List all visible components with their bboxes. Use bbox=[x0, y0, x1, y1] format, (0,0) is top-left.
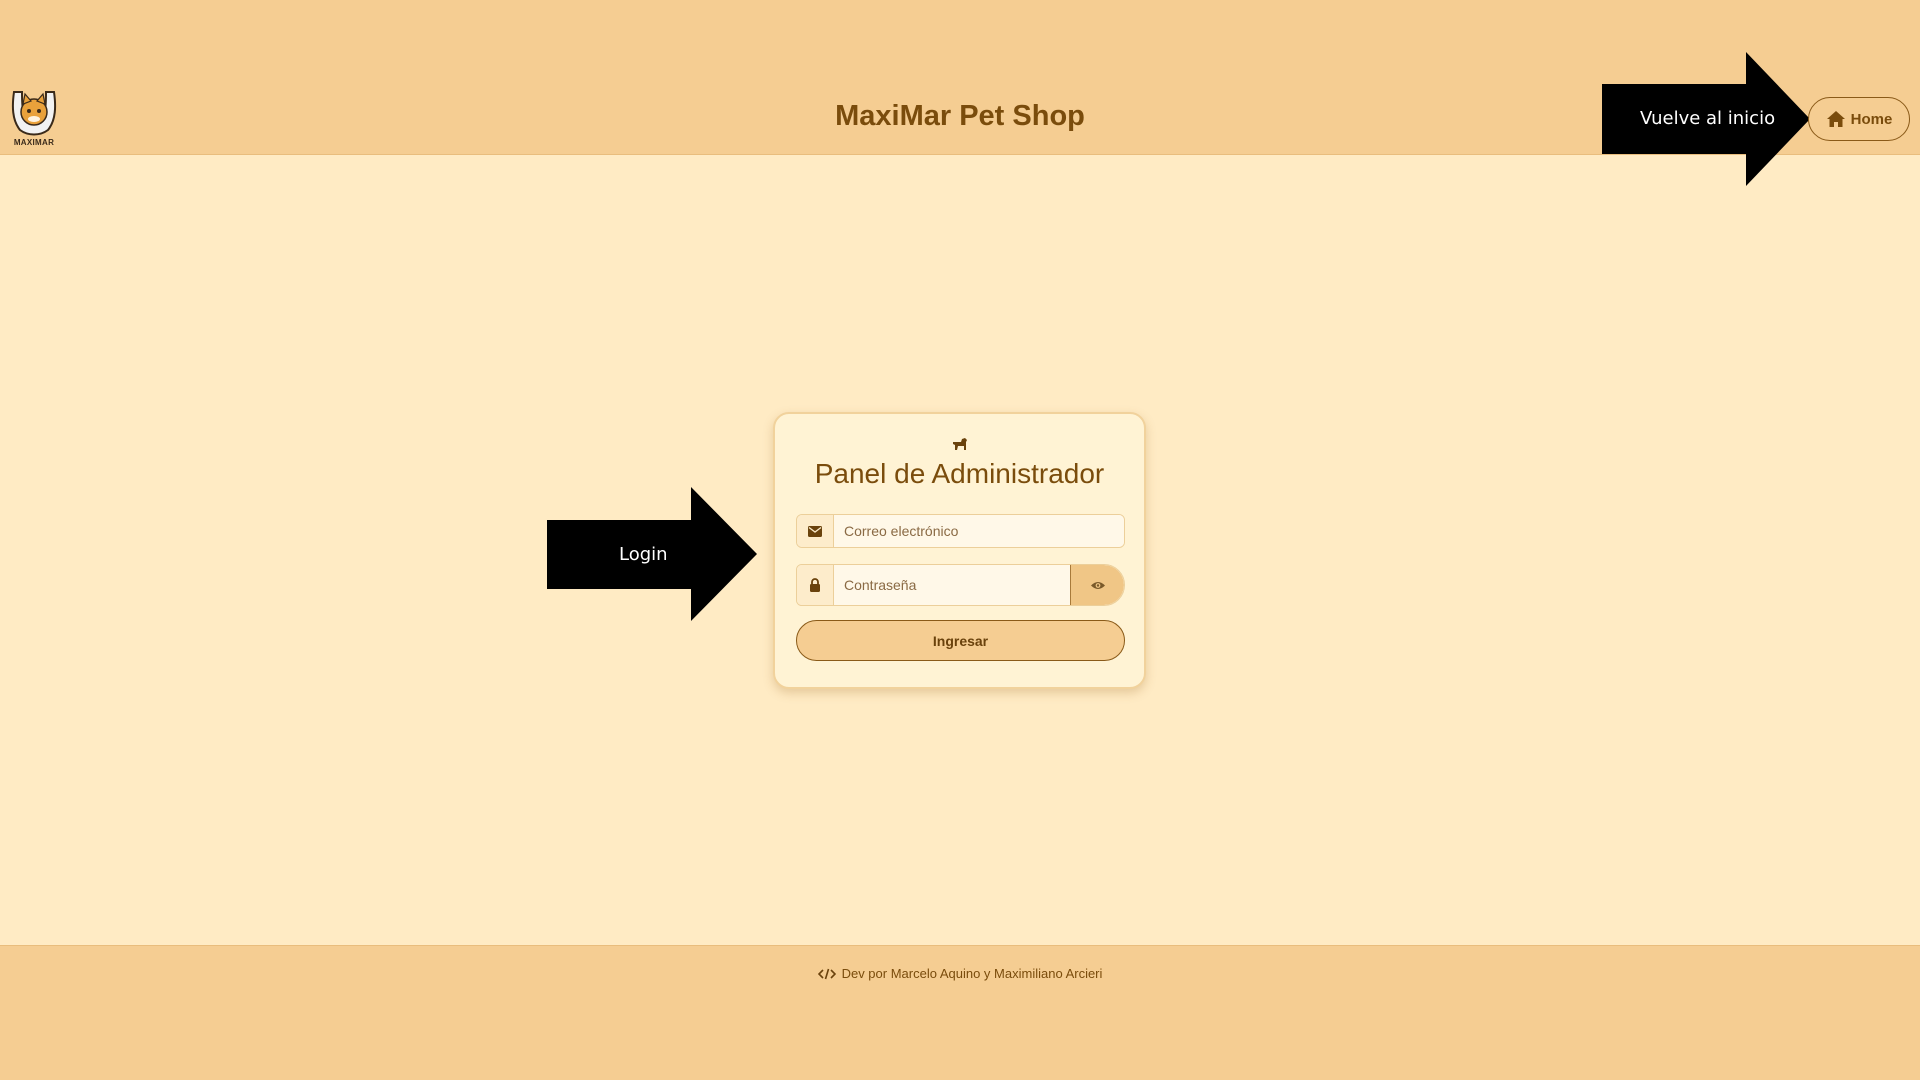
envelope-icon bbox=[808, 525, 822, 537]
footer-credit-text: Dev por Marcelo Aquino y Maximiliano Arc… bbox=[841, 966, 1103, 981]
eye-icon bbox=[1090, 581, 1105, 589]
code-icon bbox=[817, 968, 836, 979]
dog-icon bbox=[953, 438, 967, 450]
password-addon bbox=[797, 565, 834, 605]
toggle-password-button[interactable] bbox=[1070, 565, 1124, 605]
password-field[interactable]: Contraseña bbox=[834, 565, 1070, 605]
home-button[interactable]: Home bbox=[1808, 97, 1910, 141]
email-input-group: Correo electrónico bbox=[796, 514, 1125, 548]
login-submit-button[interactable]: Ingresar bbox=[796, 620, 1125, 661]
login-card: Panel de Administrador Correo electrónic… bbox=[773, 412, 1146, 689]
header-bar: MAXIMAR MaxiMar Pet Shop Vuelve al inici… bbox=[0, 0, 1920, 186]
home-icon bbox=[1826, 111, 1845, 127]
footer-credit: Dev por Marcelo Aquino y Maximiliano Arc… bbox=[0, 966, 1920, 981]
lock-icon bbox=[810, 578, 820, 592]
home-label: Home bbox=[1850, 110, 1893, 128]
annotation-login-label: Login bbox=[619, 544, 668, 565]
email-addon bbox=[797, 515, 834, 547]
password-input-group: Contraseña bbox=[796, 564, 1125, 606]
footer: Dev por Marcelo Aquino y Maximiliano Arc… bbox=[0, 945, 1920, 1080]
logo-text: MAXIMAR bbox=[13, 138, 55, 147]
annotation-home-label: Vuelve al inicio bbox=[1640, 108, 1776, 129]
card-title: Panel de Administrador bbox=[814, 458, 1105, 489]
email-field[interactable]: Correo electrónico bbox=[834, 515, 1124, 547]
